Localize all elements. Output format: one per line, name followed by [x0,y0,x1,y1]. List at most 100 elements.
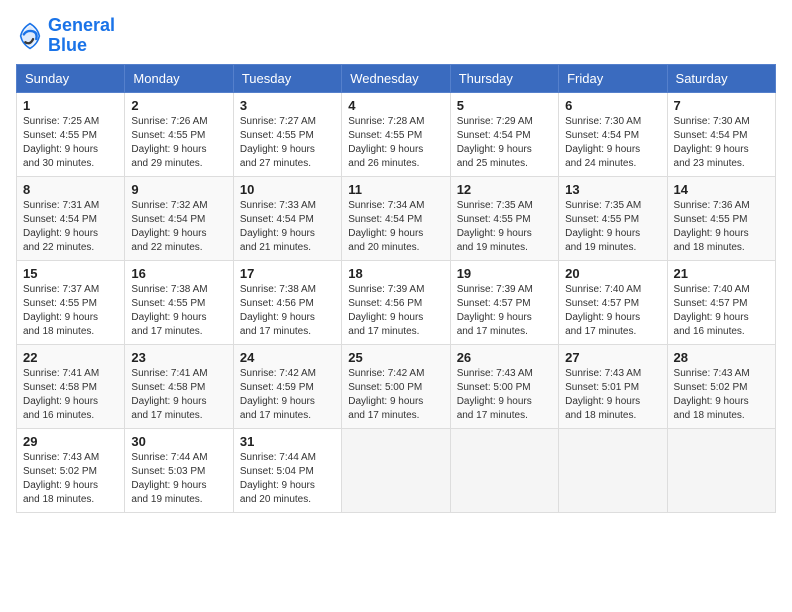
day-info: Sunrise: 7:34 AM Sunset: 4:54 PM Dayligh… [348,199,443,255]
day-number: 23 [131,350,226,365]
day-info: Sunrise: 7:38 AM Sunset: 4:56 PM Dayligh… [240,283,335,339]
day-number: 14 [674,182,769,197]
calendar-cell: 16 Sunrise: 7:38 AM Sunset: 4:55 PM Dayli… [125,260,233,344]
day-info: Sunrise: 7:43 AM Sunset: 5:02 PM Dayligh… [674,367,769,423]
calendar-cell: 31Sunrise: 7:44 AM Sunset: 5:04 PM Dayli… [233,428,341,512]
day-number: 13 [565,182,660,197]
day-info: Sunrise: 7:41 AM Sunset: 4:58 PM Dayligh… [23,367,118,423]
day-info: Sunrise: 7:43 AM Sunset: 5:02 PM Dayligh… [23,451,118,507]
day-number: 1 [23,98,118,113]
day-number: 18 [348,266,443,281]
calendar-cell: 28 Sunrise: 7:43 AM Sunset: 5:02 PM Dayli… [667,344,775,428]
day-info: Sunrise: 7:26 AM Sunset: 4:55 PM Dayligh… [131,115,226,171]
calendar-cell: 1 Sunrise: 7:25 AM Sunset: 4:55 PM Daylig… [17,92,125,176]
calendar-cell: 25 Sunrise: 7:42 AM Sunset: 5:00 PM Dayli… [342,344,450,428]
day-info: Sunrise: 7:35 AM Sunset: 4:55 PM Dayligh… [457,199,552,255]
calendar-cell: 6 Sunrise: 7:30 AM Sunset: 4:54 PM Daylig… [559,92,667,176]
calendar-cell: 18 Sunrise: 7:39 AM Sunset: 4:56 PM Dayli… [342,260,450,344]
calendar-cell: 22 Sunrise: 7:41 AM Sunset: 4:58 PM Dayli… [17,344,125,428]
day-number: 16 [131,266,226,281]
day-info: Sunrise: 7:37 AM Sunset: 4:55 PM Dayligh… [23,283,118,339]
calendar-cell: 26Sunrise: 7:43 AM Sunset: 5:00 PM Dayli… [450,344,558,428]
page-header: General Blue [16,16,776,56]
calendar-cell: 20 Sunrise: 7:40 AM Sunset: 4:57 PM Dayli… [559,260,667,344]
week-row-4: 22 Sunrise: 7:41 AM Sunset: 4:58 PM Dayli… [17,344,776,428]
day-info: Sunrise: 7:40 AM Sunset: 4:57 PM Dayligh… [565,283,660,339]
day-info: Sunrise: 7:38 AM Sunset: 4:55 PM Dayligh… [131,283,226,339]
calendar-cell: 30Sunrise: 7:44 AM Sunset: 5:03 PM Dayli… [125,428,233,512]
calendar-cell: 13 Sunrise: 7:35 AM Sunset: 4:55 PM Dayli… [559,176,667,260]
day-number: 11 [348,182,443,197]
calendar-cell: 11 Sunrise: 7:34 AM Sunset: 4:54 PM Dayli… [342,176,450,260]
weekday-header-tuesday: Tuesday [233,64,341,92]
day-info: Sunrise: 7:42 AM Sunset: 4:59 PM Dayligh… [240,367,335,423]
week-row-1: 1 Sunrise: 7:25 AM Sunset: 4:55 PM Daylig… [17,92,776,176]
day-number: 10 [240,182,335,197]
calendar-table: SundayMondayTuesdayWednesdayThursdayFrid… [16,64,776,513]
logo-icon [16,22,44,50]
day-info: Sunrise: 7:33 AM Sunset: 4:54 PM Dayligh… [240,199,335,255]
calendar-cell: 12 Sunrise: 7:35 AM Sunset: 4:55 PM Dayli… [450,176,558,260]
calendar-cell [342,428,450,512]
day-number: 4 [348,98,443,113]
calendar-cell: 8 Sunrise: 7:31 AM Sunset: 4:54 PM Daylig… [17,176,125,260]
day-info: Sunrise: 7:36 AM Sunset: 4:55 PM Dayligh… [674,199,769,255]
calendar-cell: 17Sunrise: 7:38 AM Sunset: 4:56 PM Dayli… [233,260,341,344]
calendar-cell: 24 Sunrise: 7:42 AM Sunset: 4:59 PM Dayli… [233,344,341,428]
day-info: Sunrise: 7:39 AM Sunset: 4:57 PM Dayligh… [457,283,552,339]
calendar-cell: 7Sunrise: 7:30 AM Sunset: 4:54 PM Daylig… [667,92,775,176]
day-info: Sunrise: 7:31 AM Sunset: 4:54 PM Dayligh… [23,199,118,255]
day-number: 25 [348,350,443,365]
calendar-cell [559,428,667,512]
day-number: 19 [457,266,552,281]
calendar-cell: 21Sunrise: 7:40 AM Sunset: 4:57 PM Dayli… [667,260,775,344]
day-number: 28 [674,350,769,365]
day-number: 26 [457,350,552,365]
calendar-cell: 9 Sunrise: 7:32 AM Sunset: 4:54 PM Daylig… [125,176,233,260]
day-number: 20 [565,266,660,281]
calendar-cell: 3 Sunrise: 7:27 AM Sunset: 4:55 PM Daylig… [233,92,341,176]
weekday-header-wednesday: Wednesday [342,64,450,92]
day-info: Sunrise: 7:29 AM Sunset: 4:54 PM Dayligh… [457,115,552,171]
day-info: Sunrise: 7:35 AM Sunset: 4:55 PM Dayligh… [565,199,660,255]
day-number: 22 [23,350,118,365]
logo-text: General Blue [48,16,115,56]
day-info: Sunrise: 7:44 AM Sunset: 5:04 PM Dayligh… [240,451,335,507]
day-number: 7 [674,98,769,113]
day-number: 15 [23,266,118,281]
calendar-cell: 15 Sunrise: 7:37 AM Sunset: 4:55 PM Dayli… [17,260,125,344]
calendar-cell [450,428,558,512]
weekday-header-thursday: Thursday [450,64,558,92]
day-info: Sunrise: 7:25 AM Sunset: 4:55 PM Dayligh… [23,115,118,171]
day-number: 8 [23,182,118,197]
day-info: Sunrise: 7:42 AM Sunset: 5:00 PM Dayligh… [348,367,443,423]
day-number: 5 [457,98,552,113]
calendar-cell: 23 Sunrise: 7:41 AM Sunset: 4:58 PM Dayli… [125,344,233,428]
calendar-cell: 19 Sunrise: 7:39 AM Sunset: 4:57 PM Dayli… [450,260,558,344]
day-number: 6 [565,98,660,113]
day-info: Sunrise: 7:30 AM Sunset: 4:54 PM Dayligh… [565,115,660,171]
day-info: Sunrise: 7:41 AM Sunset: 4:58 PM Dayligh… [131,367,226,423]
day-info: Sunrise: 7:28 AM Sunset: 4:55 PM Dayligh… [348,115,443,171]
day-number: 24 [240,350,335,365]
calendar-cell [667,428,775,512]
day-info: Sunrise: 7:27 AM Sunset: 4:55 PM Dayligh… [240,115,335,171]
weekday-header-row: SundayMondayTuesdayWednesdayThursdayFrid… [17,64,776,92]
day-number: 21 [674,266,769,281]
day-number: 27 [565,350,660,365]
day-number: 3 [240,98,335,113]
calendar-cell: 29Sunrise: 7:43 AM Sunset: 5:02 PM Dayli… [17,428,125,512]
weekday-header-friday: Friday [559,64,667,92]
day-info: Sunrise: 7:43 AM Sunset: 5:01 PM Dayligh… [565,367,660,423]
calendar-cell: 5 Sunrise: 7:29 AM Sunset: 4:54 PM Daylig… [450,92,558,176]
day-info: Sunrise: 7:32 AM Sunset: 4:54 PM Dayligh… [131,199,226,255]
logo: General Blue [16,16,115,56]
calendar-cell: 2Sunrise: 7:26 AM Sunset: 4:55 PM Daylig… [125,92,233,176]
day-number: 12 [457,182,552,197]
weekday-header-sunday: Sunday [17,64,125,92]
week-row-5: 29Sunrise: 7:43 AM Sunset: 5:02 PM Dayli… [17,428,776,512]
calendar-cell: 4 Sunrise: 7:28 AM Sunset: 4:55 PM Daylig… [342,92,450,176]
calendar-cell: 27 Sunrise: 7:43 AM Sunset: 5:01 PM Dayli… [559,344,667,428]
day-info: Sunrise: 7:39 AM Sunset: 4:56 PM Dayligh… [348,283,443,339]
day-number: 9 [131,182,226,197]
